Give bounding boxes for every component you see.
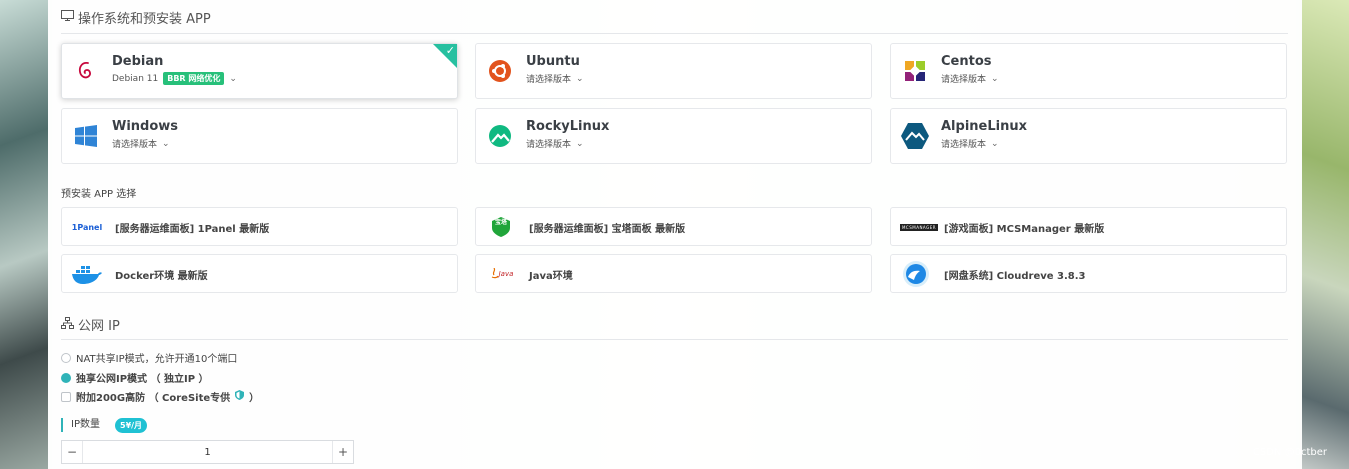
alpinelinux-logo	[900, 121, 930, 151]
cloudreve-logo	[899, 261, 933, 287]
ip-section-title: 公网 IP	[61, 315, 120, 334]
windows-logo	[71, 121, 101, 151]
decrement-button[interactable]: −	[62, 441, 83, 463]
debian-logo	[71, 56, 101, 86]
os-card-rockylinux[interactable]: RockyLinux 请选择版本 ⌄	[475, 108, 872, 164]
chevron-down-icon[interactable]: ⌄	[576, 74, 584, 84]
network-icon	[61, 316, 74, 333]
chevron-down-icon[interactable]: ⌄	[576, 139, 584, 149]
os-version-select[interactable]: 请选择版本	[941, 137, 986, 150]
app-card-1panel[interactable]: 1Panel [服务器运维面板] 1Panel 最新版	[61, 207, 458, 246]
watermark: CSDN @0ctber	[1252, 447, 1327, 458]
app-card-cloudreve[interactable]: [网盘系统] Cloudreve 3.8.3	[890, 254, 1287, 293]
increment-button[interactable]: +	[332, 441, 353, 463]
os-card-alpinelinux[interactable]: AlpineLinux 请选择版本 ⌄	[890, 108, 1287, 164]
baota-logo: 宝塔	[484, 215, 518, 239]
app-card-java[interactable]: Java Java环境	[475, 254, 872, 293]
chevron-down-icon[interactable]: ⌄	[162, 139, 170, 149]
checkbox-ddos-protection[interactable]: 附加200G高防 （ CoreSite专供 ）	[61, 389, 259, 404]
mcsmanager-logo: MCSMANAGER	[899, 223, 939, 231]
radio-dedicated-ip[interactable]: 独享公网IP模式 （ 独立IP ）	[61, 370, 209, 385]
os-version-select[interactable]: 请选择版本	[112, 137, 157, 150]
background-left	[0, 0, 48, 469]
chevron-down-icon[interactable]: ⌄	[229, 74, 237, 84]
divider	[61, 339, 1288, 340]
ip-count-stepper[interactable]: − 1 +	[61, 440, 354, 464]
bbr-badge: BBR 网络优化	[163, 72, 225, 85]
docker-logo	[70, 262, 104, 286]
1panel-logo: 1Panel	[71, 222, 103, 232]
checkbox[interactable]	[61, 391, 71, 402]
divider	[61, 33, 1288, 34]
os-version-select[interactable]: 请选择版本	[526, 72, 571, 85]
ip-count-value[interactable]: 1	[83, 447, 332, 458]
radio-button-selected[interactable]	[61, 372, 71, 383]
os-card-debian[interactable]: Debian Debian 11 BBR 网络优化 ⌄ ✓	[61, 43, 458, 99]
chevron-down-icon[interactable]: ⌄	[991, 74, 999, 84]
shield-icon	[235, 390, 245, 403]
chevron-down-icon[interactable]: ⌄	[991, 139, 999, 149]
java-logo: Java	[484, 262, 518, 286]
ip-count-label: IP数量	[61, 418, 100, 432]
radio-button[interactable]	[61, 352, 71, 363]
app-card-docker[interactable]: Docker环境 最新版	[61, 254, 458, 293]
app-section-title: 预安装 APP 选择	[61, 189, 137, 200]
rockylinux-logo	[485, 121, 515, 151]
os-card-ubuntu[interactable]: Ubuntu 请选择版本 ⌄	[475, 43, 872, 99]
monitor-icon	[61, 9, 74, 26]
os-version-value: Debian 11	[112, 73, 159, 84]
os-card-windows[interactable]: Windows 请选择版本 ⌄	[61, 108, 458, 164]
os-version-select[interactable]: 请选择版本	[526, 137, 571, 150]
app-card-baota[interactable]: 宝塔 [服务器运维面板] 宝塔面板 最新版	[475, 207, 872, 246]
os-card-centos[interactable]: Centos 请选择版本 ⌄	[890, 43, 1287, 99]
os-version-select[interactable]: 请选择版本	[941, 72, 986, 85]
price-badge: 5¥/月	[115, 418, 148, 433]
app-card-mcsmanager[interactable]: MCSMANAGER [游戏面板] MCSManager 最新版	[890, 207, 1287, 246]
os-section-title: 操作系统和预安装 APP	[61, 8, 211, 27]
radio-nat-shared-ip[interactable]: NAT共享IP模式，允许开通10个端口	[61, 350, 237, 365]
check-icon: ✓	[445, 44, 455, 57]
ubuntu-logo	[485, 56, 515, 86]
background-right	[1302, 0, 1349, 469]
centos-logo	[900, 56, 930, 86]
